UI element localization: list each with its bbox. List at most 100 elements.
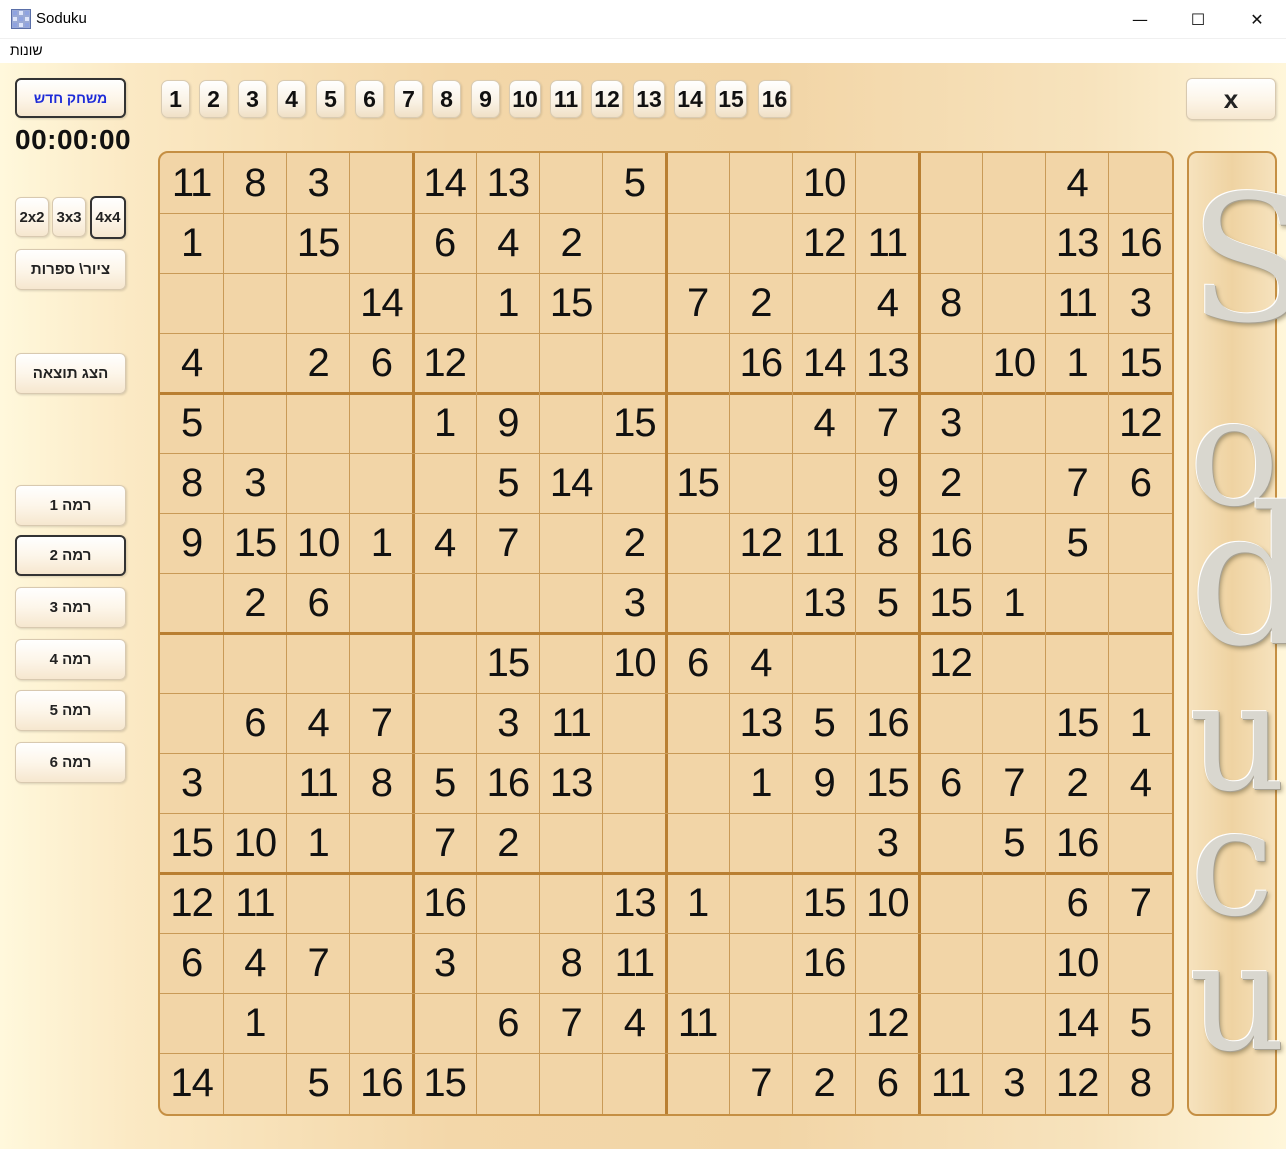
board-cell[interactable]: 6	[413, 213, 476, 273]
board-cell[interactable]	[350, 453, 413, 513]
level-2-button[interactable]: רמה 2	[15, 535, 126, 576]
board-cell[interactable]	[729, 453, 792, 513]
board-cell[interactable]	[666, 573, 729, 633]
number-button-7[interactable]: 7	[394, 80, 423, 118]
board-cell[interactable]: 12	[856, 994, 919, 1054]
board-cell[interactable]	[666, 513, 729, 573]
board-cell[interactable]: 14	[350, 273, 413, 333]
board-cell[interactable]: 14	[793, 333, 856, 393]
board-cell[interactable]: 11	[603, 934, 666, 994]
board-cell[interactable]: 15	[223, 513, 286, 573]
board-cell[interactable]: 11	[223, 874, 286, 934]
number-button-11[interactable]: 11	[550, 80, 582, 118]
board-cell[interactable]	[160, 634, 223, 694]
board-cell[interactable]	[413, 634, 476, 694]
number-button-2[interactable]: 2	[199, 80, 228, 118]
board-cell[interactable]	[729, 393, 792, 453]
board-cell[interactable]	[982, 694, 1045, 754]
board-cell[interactable]: 5	[1046, 513, 1109, 573]
board-cell[interactable]: 6	[666, 634, 729, 694]
board-cell[interactable]: 8	[350, 754, 413, 814]
number-button-12[interactable]: 12	[591, 80, 623, 118]
board-cell[interactable]: 4	[223, 934, 286, 994]
board-cell[interactable]: 6	[223, 694, 286, 754]
board-cell[interactable]: 6	[287, 573, 350, 633]
board-cell[interactable]: 7	[1046, 453, 1109, 513]
board-cell[interactable]: 13	[540, 754, 603, 814]
board-cell[interactable]	[1046, 573, 1109, 633]
level-1-button[interactable]: רמה 1	[15, 485, 126, 526]
board-cell[interactable]: 7	[476, 513, 539, 573]
board-cell[interactable]: 1	[476, 273, 539, 333]
board-cell[interactable]	[540, 513, 603, 573]
board-cell[interactable]: 5	[160, 393, 223, 453]
board-cell[interactable]	[413, 694, 476, 754]
board-cell[interactable]	[603, 273, 666, 333]
board-cell[interactable]	[729, 573, 792, 633]
board-cell[interactable]	[1109, 573, 1172, 633]
board-cell[interactable]: 7	[729, 1054, 792, 1114]
board-cell[interactable]: 7	[413, 814, 476, 874]
board-cell[interactable]: 11	[793, 513, 856, 573]
board-cell[interactable]: 1	[413, 393, 476, 453]
board-cell[interactable]	[666, 814, 729, 874]
board-cell[interactable]: 16	[350, 1054, 413, 1114]
board-cell[interactable]: 3	[603, 573, 666, 633]
board-cell[interactable]	[603, 453, 666, 513]
board-cell[interactable]: 7	[666, 273, 729, 333]
board-cell[interactable]	[729, 874, 792, 934]
board-cell[interactable]: 4	[603, 994, 666, 1054]
board-cell[interactable]: 15	[540, 273, 603, 333]
board-cell[interactable]: 4	[413, 513, 476, 573]
board-cell[interactable]: 15	[287, 213, 350, 273]
board-cell[interactable]: 14	[1046, 994, 1109, 1054]
board-cell[interactable]: 7	[1109, 874, 1172, 934]
board-cell[interactable]	[666, 213, 729, 273]
board-cell[interactable]	[160, 573, 223, 633]
board-cell[interactable]: 9	[476, 393, 539, 453]
board-cell[interactable]	[476, 874, 539, 934]
board-cell[interactable]: 1	[287, 814, 350, 874]
board-cell[interactable]	[603, 814, 666, 874]
board-cell[interactable]	[540, 874, 603, 934]
board-cell[interactable]: 9	[856, 453, 919, 513]
board-cell[interactable]	[476, 934, 539, 994]
board-cell[interactable]	[350, 814, 413, 874]
board-cell[interactable]	[793, 994, 856, 1054]
board-cell[interactable]: 3	[413, 934, 476, 994]
board-cell[interactable]	[982, 513, 1045, 573]
board-cell[interactable]: 5	[1109, 994, 1172, 1054]
board-cell[interactable]: 13	[793, 573, 856, 633]
board-cell[interactable]	[919, 934, 982, 994]
board-cell[interactable]: 1	[160, 213, 223, 273]
board-cell[interactable]: 2	[476, 814, 539, 874]
board-cell[interactable]: 12	[729, 513, 792, 573]
size-3x3-button[interactable]: 3x3	[52, 197, 86, 237]
number-button-9[interactable]: 9	[471, 80, 500, 118]
board-cell[interactable]	[982, 934, 1045, 994]
board-cell[interactable]: 15	[919, 573, 982, 633]
number-button-6[interactable]: 6	[355, 80, 384, 118]
board-cell[interactable]: 4	[476, 213, 539, 273]
board-cell[interactable]: 1	[350, 513, 413, 573]
board-cell[interactable]: 4	[793, 393, 856, 453]
board-cell[interactable]	[666, 694, 729, 754]
board-cell[interactable]: 15	[666, 453, 729, 513]
board-cell[interactable]	[350, 573, 413, 633]
board-cell[interactable]: 6	[1046, 874, 1109, 934]
board-cell[interactable]: 10	[793, 153, 856, 213]
board-cell[interactable]: 4	[287, 694, 350, 754]
board-cell[interactable]	[793, 634, 856, 694]
board-cell[interactable]	[666, 934, 729, 994]
board-cell[interactable]	[856, 153, 919, 213]
board-cell[interactable]: 13	[729, 694, 792, 754]
board-cell[interactable]: 10	[1046, 934, 1109, 994]
board-cell[interactable]	[476, 573, 539, 633]
board-cell[interactable]	[223, 634, 286, 694]
board-cell[interactable]	[350, 994, 413, 1054]
board-cell[interactable]	[603, 1054, 666, 1114]
board-cell[interactable]	[793, 814, 856, 874]
board-cell[interactable]: 1	[982, 573, 1045, 633]
number-button-4[interactable]: 4	[277, 80, 306, 118]
close-window-button[interactable]: ✕	[1228, 0, 1286, 38]
